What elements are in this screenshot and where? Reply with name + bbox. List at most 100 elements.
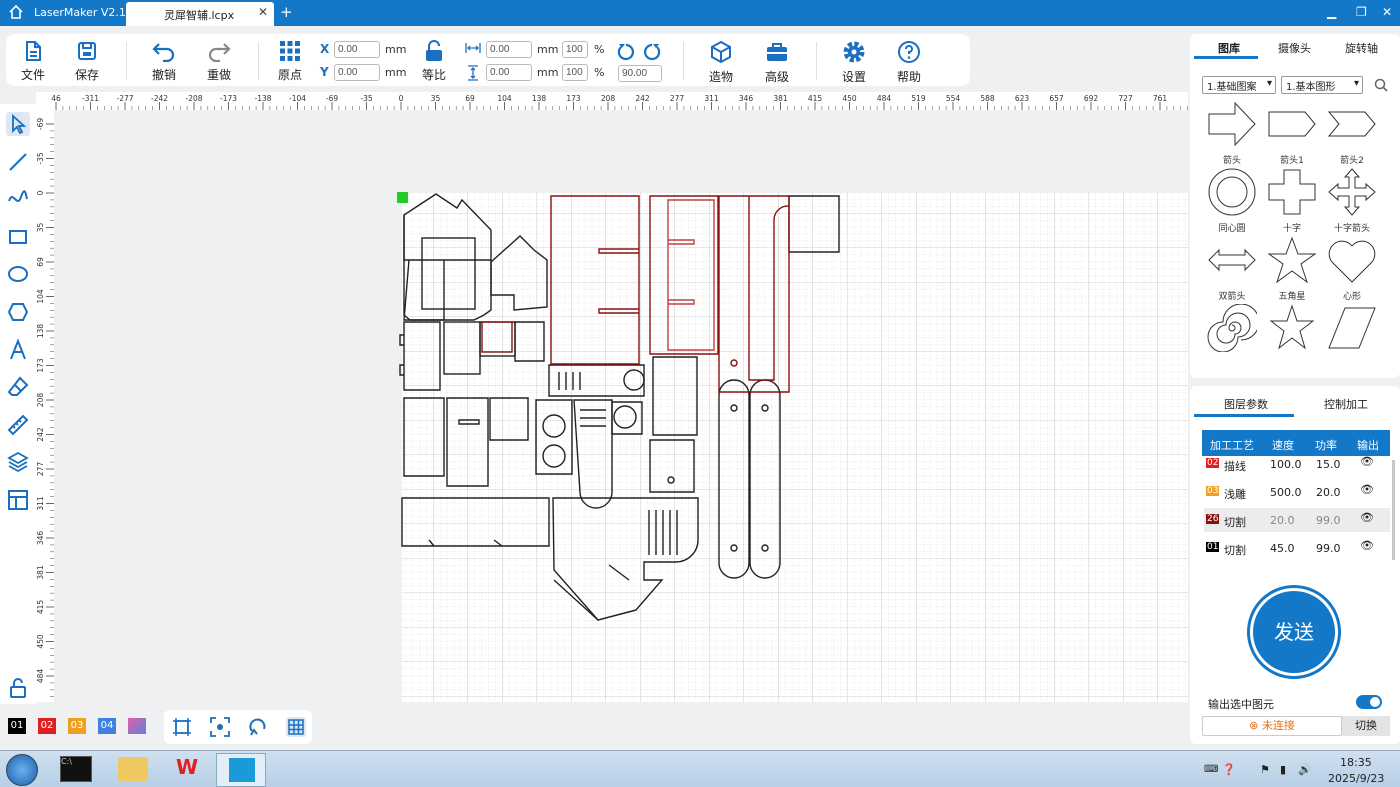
lock-ratio-label: 等比 [421, 68, 446, 82]
switch-button[interactable]: 切换 [1342, 716, 1390, 736]
advanced-button[interactable]: 高级 [752, 40, 802, 85]
undo-button[interactable]: 撤销 [139, 40, 189, 83]
eye-icon[interactable]: 👁 [1360, 483, 1374, 496]
help-button[interactable]: 帮助 [884, 40, 934, 85]
ellipse-tool-icon[interactable] [6, 262, 30, 286]
lock-ratio-button[interactable]: 等比 [409, 40, 459, 83]
origin-marker[interactable] [397, 192, 408, 203]
wps-taskbar-icon[interactable]: W [170, 755, 204, 783]
layer-row[interactable]: 02 描线 100.0 15.0 👁 [1204, 452, 1390, 476]
lasermaker-taskbar-icon[interactable] [216, 753, 266, 787]
shape-cross[interactable]: 十字 [1264, 168, 1320, 234]
tab-rotary[interactable]: 旋转轴 [1345, 40, 1378, 56]
save-label: 保存 [74, 68, 99, 82]
layer-row[interactable]: 01 切割 45.0 99.0 👁 [1204, 536, 1390, 560]
layer-swatch-image[interactable] [128, 718, 146, 734]
shape-heart[interactable]: 心形 [1324, 236, 1380, 302]
layer-swatch-03[interactable]: 03 [68, 718, 86, 734]
fit-frame-icon[interactable] [172, 717, 192, 737]
tab-machine-control[interactable]: 控制加工 [1324, 396, 1368, 412]
settings-button[interactable]: 设置 [829, 40, 879, 85]
layer-swatch-04[interactable]: 04 [98, 718, 116, 734]
redo-button[interactable]: 重做 [194, 40, 244, 83]
layers-tool-icon[interactable] [6, 450, 30, 474]
eye-icon[interactable]: 👁 [1360, 539, 1374, 552]
layer-row[interactable]: 26 切割 20.0 99.0 👁 [1204, 508, 1390, 532]
text-tool-icon[interactable] [6, 338, 30, 362]
eye-icon[interactable]: 👁 [1360, 455, 1374, 468]
shape-star[interactable]: 五角星 [1264, 236, 1320, 302]
build-button[interactable]: 造物 [696, 40, 746, 85]
layer-scrollbar[interactable] [1392, 460, 1395, 560]
select-arrow-icon[interactable] [6, 112, 30, 136]
ruler-tool-icon[interactable] [6, 413, 30, 437]
ruler-label: 277 [36, 462, 45, 477]
network-tray-icon[interactable]: ▮ [1280, 763, 1286, 776]
file-button[interactable]: 文件 [8, 40, 58, 83]
minimize-icon[interactable]: ▁ [1327, 5, 1336, 19]
folder-taskbar-icon[interactable] [118, 757, 148, 781]
volume-tray-icon[interactable]: 🔊 [1298, 763, 1312, 776]
height-input[interactable] [486, 64, 532, 81]
undo-icon [152, 43, 175, 62]
layout-tool-icon[interactable] [6, 488, 30, 512]
search-icon[interactable] [1374, 78, 1388, 92]
redraw-icon[interactable] [248, 717, 268, 737]
layer-swatch-02[interactable]: 02 [38, 718, 56, 734]
category-select[interactable]: 1.基础图案 ▾ [1202, 76, 1276, 94]
width-percent-input[interactable] [562, 41, 588, 58]
document-tab[interactable]: 灵犀智辅.lcpx ✕ [126, 2, 274, 26]
tab-library[interactable]: 图库 [1218, 40, 1240, 56]
shape-arrow2[interactable]: 箭头2 [1324, 100, 1380, 166]
shape-spiral[interactable] [1204, 303, 1260, 357]
shape-cross-arrow[interactable]: 十字箭头 [1324, 168, 1380, 234]
height-percent-input[interactable] [562, 64, 588, 81]
left-ruler: -69 -35 0 35 69 104 138 173 208 242 277 311 346 381 41… [36, 110, 54, 702]
flag-tray-icon[interactable]: ⚑ [1260, 763, 1270, 776]
send-button[interactable]: 发送 [1253, 591, 1335, 673]
layer-row[interactable]: 03 浅雕 500.0 20.0 👁 [1204, 480, 1390, 504]
shape-star-6[interactable] [1264, 304, 1320, 357]
output-selected-toggle[interactable] [1356, 695, 1382, 709]
help-tray-icon[interactable]: ❓ [1222, 763, 1236, 776]
subcategory-select[interactable]: 1.基本图形 ▾ [1281, 76, 1363, 94]
eye-icon[interactable]: 👁 [1360, 511, 1374, 524]
rectangle-tool-icon[interactable] [6, 225, 30, 249]
layer-swatch-01[interactable]: 01 [8, 718, 26, 734]
help-label: 帮助 [896, 70, 921, 84]
tab-layer-params[interactable]: 图层参数 [1224, 396, 1268, 412]
curve-tool-icon[interactable] [6, 187, 30, 211]
origin-button[interactable]: 原点 [265, 40, 315, 83]
ruler-label: 484 [36, 669, 45, 684]
shape-concentric[interactable]: 同心圆 [1204, 168, 1260, 234]
x-position-input[interactable] [334, 41, 380, 58]
start-button[interactable] [6, 754, 38, 786]
ruler-label: 46 [51, 94, 61, 103]
keyboard-icon[interactable]: ⌨ [1204, 764, 1218, 775]
maximize-icon[interactable]: ❐ [1356, 5, 1367, 19]
connection-status[interactable]: ⊗ 未连接 [1202, 716, 1342, 736]
shape-arrow1[interactable]: 箭头1 [1264, 100, 1320, 166]
grid-toggle-icon[interactable] [286, 717, 306, 737]
rotation-angle-input[interactable] [618, 65, 662, 82]
rotate-ccw-icon[interactable] [616, 42, 636, 62]
shape-arrow[interactable]: 箭头 [1204, 100, 1260, 166]
shape-parallelogram[interactable] [1324, 304, 1380, 357]
line-tool-icon[interactable] [6, 150, 30, 174]
save-button[interactable]: 保存 [62, 40, 112, 83]
design-canvas[interactable] [54, 110, 1188, 702]
unlock-canvas-icon[interactable] [6, 676, 30, 700]
shape-double-arrow[interactable]: 双箭头 [1204, 236, 1260, 302]
focus-selection-icon[interactable] [210, 717, 230, 737]
close-tab-icon[interactable]: ✕ [258, 5, 268, 19]
polygon-tool-icon[interactable] [6, 300, 30, 324]
y-position-input[interactable] [334, 64, 380, 81]
terminal-taskbar-icon[interactable]: C:\ [60, 756, 92, 782]
close-window-icon[interactable]: ✕ [1382, 5, 1392, 19]
new-tab-button[interactable]: + [280, 3, 293, 21]
rotate-cw-icon[interactable] [642, 42, 662, 62]
width-input[interactable] [486, 41, 532, 58]
tab-camera[interactable]: 摄像头 [1278, 40, 1311, 56]
eraser-tool-icon[interactable] [6, 375, 30, 399]
home-icon[interactable] [8, 4, 24, 20]
